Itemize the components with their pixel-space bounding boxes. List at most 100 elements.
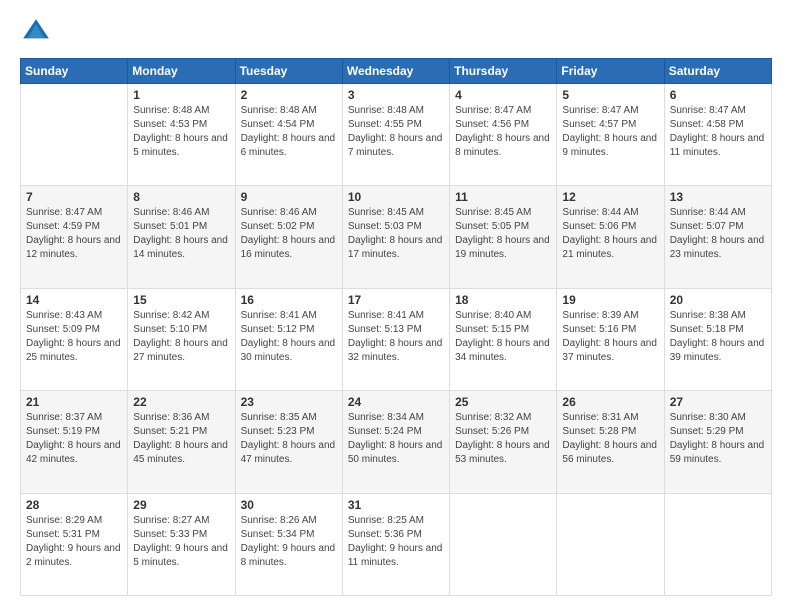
day-cell xyxy=(664,493,771,595)
day-cell: 7 Sunrise: 8:47 AMSunset: 4:59 PMDaylight… xyxy=(21,186,128,288)
week-row-3: 14 Sunrise: 8:43 AMSunset: 5:09 PMDayligh… xyxy=(21,288,772,390)
day-header-saturday: Saturday xyxy=(664,59,771,84)
day-cell: 30 Sunrise: 8:26 AMSunset: 5:34 PMDayligh… xyxy=(235,493,342,595)
calendar-table: SundayMondayTuesdayWednesdayThursdayFrid… xyxy=(20,58,772,596)
day-number: 9 xyxy=(241,190,337,204)
day-cell: 12Sunrise: 8:44 AMSunset: 5:06 PMDayligh… xyxy=(557,186,664,288)
day-number: 11 xyxy=(455,190,551,204)
day-cell: 27Sunrise: 8:30 AMSunset: 5:29 PMDayligh… xyxy=(664,391,771,493)
day-info: Sunrise: 8:37 AMSunset: 5:19 PMDaylight:… xyxy=(26,411,122,467)
day-number: 26 xyxy=(562,395,658,409)
day-number: 6 xyxy=(670,88,766,102)
day-cell: 14 Sunrise: 8:43 AMSunset: 5:09 PMDayligh… xyxy=(21,288,128,390)
day-number: 18 xyxy=(455,293,551,307)
day-cell: 2 Sunrise: 8:48 AMSunset: 4:54 PMDaylight… xyxy=(235,84,342,186)
header xyxy=(20,16,772,48)
day-cell xyxy=(450,493,557,595)
day-cell: 11 Sunrise: 8:45 AMSunset: 5:05 PMDayligh… xyxy=(450,186,557,288)
day-cell: 13Sunrise: 8:44 AMSunset: 5:07 PMDayligh… xyxy=(664,186,771,288)
day-number: 4 xyxy=(455,88,551,102)
day-info: Sunrise: 8:47 AMSunset: 4:59 PMDaylight:… xyxy=(26,206,122,262)
day-cell: 18Sunrise: 8:40 AMSunset: 5:15 PMDayligh… xyxy=(450,288,557,390)
week-row-5: 28 Sunrise: 8:29 AMSunset: 5:31 PMDayligh… xyxy=(21,493,772,595)
day-number: 28 xyxy=(26,498,122,512)
day-number: 29 xyxy=(133,498,229,512)
day-info: Sunrise: 8:25 AMSunset: 5:36 PMDaylight:… xyxy=(348,514,444,570)
day-header-thursday: Thursday xyxy=(450,59,557,84)
day-cell: 28 Sunrise: 8:29 AMSunset: 5:31 PMDayligh… xyxy=(21,493,128,595)
day-number: 22 xyxy=(133,395,229,409)
day-number: 21 xyxy=(26,395,122,409)
week-row-1: 1 Sunrise: 8:48 AMSunset: 4:53 PMDaylight… xyxy=(21,84,772,186)
day-info: Sunrise: 8:46 AMSunset: 5:01 PMDaylight:… xyxy=(133,206,229,262)
day-number: 23 xyxy=(241,395,337,409)
day-number: 3 xyxy=(348,88,444,102)
day-info: Sunrise: 8:41 AMSunset: 5:12 PMDaylight:… xyxy=(241,309,337,365)
day-info: Sunrise: 8:30 AMSunset: 5:29 PMDaylight:… xyxy=(670,411,766,467)
day-cell: 29 Sunrise: 8:27 AMSunset: 5:33 PMDayligh… xyxy=(128,493,235,595)
day-cell: 20 Sunrise: 8:38 AMSunset: 5:18 PMDayligh… xyxy=(664,288,771,390)
day-number: 2 xyxy=(241,88,337,102)
day-info: Sunrise: 8:35 AMSunset: 5:23 PMDaylight:… xyxy=(241,411,337,467)
day-cell xyxy=(21,84,128,186)
day-info: Sunrise: 8:45 AMSunset: 5:05 PMDaylight:… xyxy=(455,206,551,262)
day-number: 15 xyxy=(133,293,229,307)
day-info: Sunrise: 8:46 AMSunset: 5:02 PMDaylight:… xyxy=(241,206,337,262)
day-info: Sunrise: 8:27 AMSunset: 5:33 PMDaylight:… xyxy=(133,514,229,570)
day-header-sunday: Sunday xyxy=(21,59,128,84)
day-info: Sunrise: 8:38 AMSunset: 5:18 PMDaylight:… xyxy=(670,309,766,365)
day-cell: 6 Sunrise: 8:47 AMSunset: 4:58 PMDaylight… xyxy=(664,84,771,186)
day-cell: 4 Sunrise: 8:47 AMSunset: 4:56 PMDaylight… xyxy=(450,84,557,186)
day-cell: 31Sunrise: 8:25 AMSunset: 5:36 PMDayligh… xyxy=(342,493,449,595)
day-header-friday: Friday xyxy=(557,59,664,84)
page: SundayMondayTuesdayWednesdayThursdayFrid… xyxy=(0,0,792,612)
day-number: 14 xyxy=(26,293,122,307)
day-info: Sunrise: 8:31 AMSunset: 5:28 PMDaylight:… xyxy=(562,411,658,467)
day-number: 20 xyxy=(670,293,766,307)
logo-icon xyxy=(20,16,52,48)
day-header-wednesday: Wednesday xyxy=(342,59,449,84)
day-info: Sunrise: 8:26 AMSunset: 5:34 PMDaylight:… xyxy=(241,514,337,570)
day-cell: 17 Sunrise: 8:41 AMSunset: 5:13 PMDayligh… xyxy=(342,288,449,390)
day-info: Sunrise: 8:44 AMSunset: 5:06 PMDaylight:… xyxy=(562,206,658,262)
day-number: 10 xyxy=(348,190,444,204)
day-info: Sunrise: 8:45 AMSunset: 5:03 PMDaylight:… xyxy=(348,206,444,262)
day-info: Sunrise: 8:47 AMSunset: 4:57 PMDaylight:… xyxy=(562,104,658,160)
day-info: Sunrise: 8:29 AMSunset: 5:31 PMDaylight:… xyxy=(26,514,122,570)
day-cell: 5 Sunrise: 8:47 AMSunset: 4:57 PMDaylight… xyxy=(557,84,664,186)
day-number: 19 xyxy=(562,293,658,307)
day-cell: 25Sunrise: 8:32 AMSunset: 5:26 PMDayligh… xyxy=(450,391,557,493)
day-info: Sunrise: 8:48 AMSunset: 4:53 PMDaylight:… xyxy=(133,104,229,160)
day-number: 5 xyxy=(562,88,658,102)
day-header-monday: Monday xyxy=(128,59,235,84)
day-cell: 21 Sunrise: 8:37 AMSunset: 5:19 PMDayligh… xyxy=(21,391,128,493)
calendar-header-row: SundayMondayTuesdayWednesdayThursdayFrid… xyxy=(21,59,772,84)
day-info: Sunrise: 8:32 AMSunset: 5:26 PMDaylight:… xyxy=(455,411,551,467)
day-cell: 3Sunrise: 8:48 AMSunset: 4:55 PMDaylight… xyxy=(342,84,449,186)
day-cell: 24 Sunrise: 8:34 AMSunset: 5:24 PMDayligh… xyxy=(342,391,449,493)
day-cell: 16 Sunrise: 8:41 AMSunset: 5:12 PMDayligh… xyxy=(235,288,342,390)
day-cell: 22 Sunrise: 8:36 AMSunset: 5:21 PMDayligh… xyxy=(128,391,235,493)
day-info: Sunrise: 8:41 AMSunset: 5:13 PMDaylight:… xyxy=(348,309,444,365)
day-cell: 1 Sunrise: 8:48 AMSunset: 4:53 PMDaylight… xyxy=(128,84,235,186)
day-number: 1 xyxy=(133,88,229,102)
day-info: Sunrise: 8:44 AMSunset: 5:07 PMDaylight:… xyxy=(670,206,766,262)
day-number: 16 xyxy=(241,293,337,307)
day-info: Sunrise: 8:36 AMSunset: 5:21 PMDaylight:… xyxy=(133,411,229,467)
day-info: Sunrise: 8:47 AMSunset: 4:58 PMDaylight:… xyxy=(670,104,766,160)
day-number: 24 xyxy=(348,395,444,409)
day-info: Sunrise: 8:43 AMSunset: 5:09 PMDaylight:… xyxy=(26,309,122,365)
day-number: 17 xyxy=(348,293,444,307)
week-row-2: 7 Sunrise: 8:47 AMSunset: 4:59 PMDaylight… xyxy=(21,186,772,288)
day-info: Sunrise: 8:42 AMSunset: 5:10 PMDaylight:… xyxy=(133,309,229,365)
day-cell: 23 Sunrise: 8:35 AMSunset: 5:23 PMDayligh… xyxy=(235,391,342,493)
day-cell: 10 Sunrise: 8:45 AMSunset: 5:03 PMDayligh… xyxy=(342,186,449,288)
week-row-4: 21 Sunrise: 8:37 AMSunset: 5:19 PMDayligh… xyxy=(21,391,772,493)
day-number: 30 xyxy=(241,498,337,512)
day-number: 7 xyxy=(26,190,122,204)
day-cell: 15 Sunrise: 8:42 AMSunset: 5:10 PMDayligh… xyxy=(128,288,235,390)
day-info: Sunrise: 8:48 AMSunset: 4:54 PMDaylight:… xyxy=(241,104,337,160)
day-info: Sunrise: 8:34 AMSunset: 5:24 PMDaylight:… xyxy=(348,411,444,467)
day-cell: 9 Sunrise: 8:46 AMSunset: 5:02 PMDaylight… xyxy=(235,186,342,288)
day-info: Sunrise: 8:47 AMSunset: 4:56 PMDaylight:… xyxy=(455,104,551,160)
